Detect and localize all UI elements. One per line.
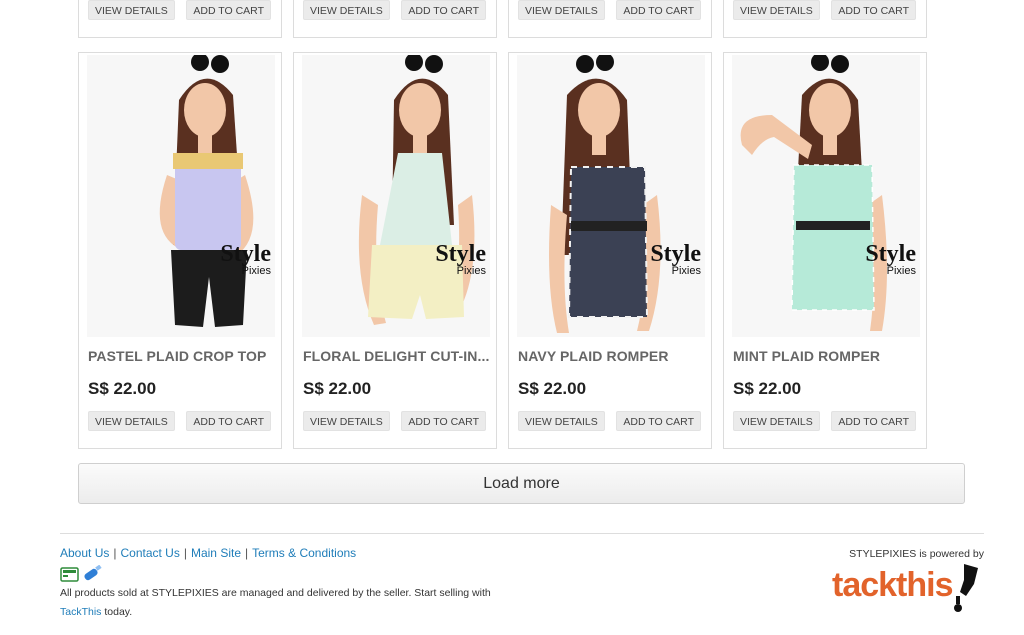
view-details-button[interactable]: VIEW DETAILS — [518, 411, 605, 431]
view-details-button[interactable]: VIEW DETAILS — [733, 0, 820, 20]
link-separator: | — [245, 546, 249, 560]
product-card-top: VIEW DETAILS ADD TO CART — [293, 0, 497, 38]
product-image[interactable] — [87, 55, 275, 337]
product-title[interactable]: PASTEL PLAID CROP TOP — [88, 348, 278, 364]
product-price: S$ 22.00 — [733, 379, 802, 398]
add-to-cart-button[interactable]: ADD TO CART — [401, 411, 486, 431]
product-card-top: VIEW DETAILS ADD TO CART — [723, 0, 927, 38]
pin-icon — [954, 564, 978, 612]
view-details-button[interactable]: VIEW DETAILS — [88, 411, 175, 431]
about-us-link[interactable]: About Us — [60, 546, 109, 560]
product-card: Style Pixies MINT PLAID ROMPER S$ 22.00 … — [723, 52, 927, 449]
footer-links: About Us | Contact Us | Main Site | Terms & Co… — [60, 546, 356, 560]
footer-badges — [60, 564, 104, 588]
stylepixies-watermark: Style Pixies — [650, 241, 701, 277]
powered-by-text: STYLEPIXIES is powered by — [849, 548, 984, 560]
product-title[interactable]: FLORAL DELIGHT CUT-IN... — [303, 348, 493, 364]
view-details-button[interactable]: VIEW DETAILS — [303, 0, 390, 20]
atm-card-icon — [60, 567, 79, 582]
stylepixies-watermark: Style Pixies — [865, 241, 916, 277]
product-card: Style Pixies NAVY PLAID ROMPER S$ 22.00 … — [508, 52, 712, 449]
footer-divider — [60, 533, 984, 534]
view-details-button[interactable]: VIEW DETAILS — [733, 411, 820, 431]
product-card-top: VIEW DETAILS ADD TO CART — [78, 0, 282, 38]
link-separator: | — [113, 546, 117, 560]
main-site-link[interactable]: Main Site — [191, 546, 241, 560]
product-title[interactable]: NAVY PLAID ROMPER — [518, 348, 708, 364]
add-to-cart-button[interactable]: ADD TO CART — [186, 411, 271, 431]
contact-us-link[interactable]: Contact Us — [120, 546, 179, 560]
seller-disclaimer: All products sold at STYLEPIXIES are man… — [60, 587, 491, 599]
stylepixies-watermark: Style Pixies — [220, 241, 271, 277]
add-to-cart-button[interactable]: ADD TO CART — [186, 0, 271, 20]
add-to-cart-button[interactable]: ADD TO CART — [401, 0, 486, 20]
product-card: Style Pixies FLORAL DELIGHT CUT-IN... S$… — [293, 52, 497, 449]
tackthis-logo-text: tackthis — [832, 566, 953, 604]
view-details-button[interactable]: VIEW DETAILS — [88, 0, 175, 20]
add-to-cart-button[interactable]: ADD TO CART — [831, 0, 916, 20]
add-to-cart-button[interactable]: ADD TO CART — [831, 411, 916, 431]
product-card: Style Pixies PASTEL PLAID CROP TOP S$ 22… — [78, 52, 282, 449]
tackthis-link[interactable]: TackThis — [60, 606, 101, 618]
today-text: today. — [101, 606, 133, 618]
add-to-cart-button[interactable]: ADD TO CART — [616, 0, 701, 20]
product-title[interactable]: MINT PLAID ROMPER — [733, 348, 923, 364]
product-image[interactable] — [517, 55, 705, 337]
view-details-button[interactable]: VIEW DETAILS — [303, 411, 390, 431]
link-separator: | — [183, 546, 187, 560]
terms-link[interactable]: Terms & Conditions — [252, 546, 356, 560]
load-more-button[interactable]: Load more — [78, 463, 965, 504]
usb-key-icon — [84, 564, 102, 581]
tackthis-logo[interactable]: tackthis — [830, 560, 986, 623]
view-details-button[interactable]: VIEW DETAILS — [518, 0, 605, 20]
product-price: S$ 22.00 — [303, 379, 372, 398]
stylepixies-watermark: Style Pixies — [435, 241, 486, 277]
product-price: S$ 22.00 — [88, 379, 157, 398]
product-card-top: VIEW DETAILS ADD TO CART — [508, 0, 712, 38]
seller-disclaimer-end: TackThis today. — [60, 606, 132, 618]
product-price: S$ 22.00 — [518, 379, 587, 398]
product-image[interactable] — [302, 55, 490, 337]
add-to-cart-button[interactable]: ADD TO CART — [616, 411, 701, 431]
product-image[interactable] — [732, 55, 920, 337]
